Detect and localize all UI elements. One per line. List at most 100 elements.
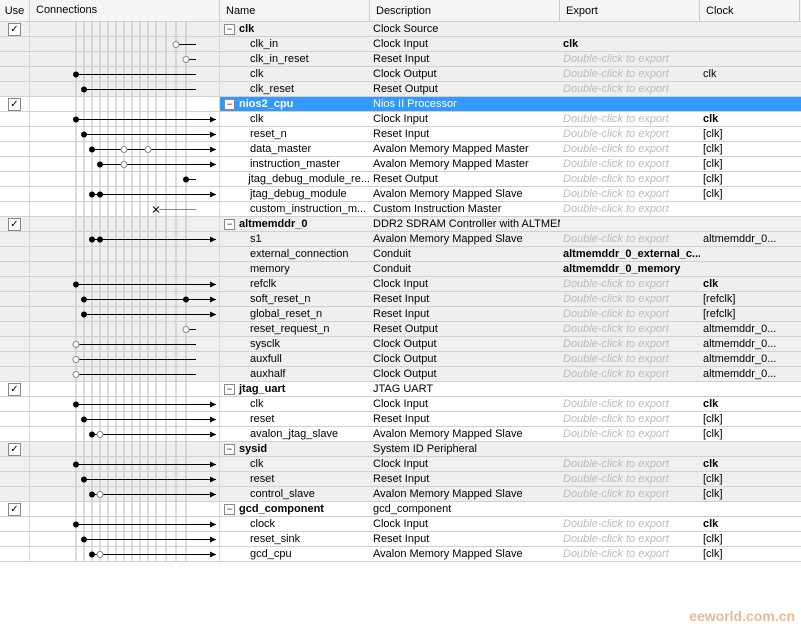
clock-cell[interactable]: [refclk] xyxy=(700,307,800,321)
clock-cell[interactable]: altmemddr_0... xyxy=(700,337,800,351)
clock-cell[interactable] xyxy=(700,82,800,96)
connections-cell[interactable] xyxy=(30,217,220,231)
export-cell[interactable]: Double-click to export xyxy=(560,202,700,216)
clock-cell[interactable]: clk xyxy=(700,517,800,531)
table-row[interactable]: clkClock InputDouble-click to exportclk xyxy=(0,112,801,127)
clock-cell[interactable]: [clk] xyxy=(700,172,800,186)
connections-cell[interactable] xyxy=(30,547,220,561)
export-cell[interactable]: Double-click to export xyxy=(560,487,700,501)
clock-cell[interactable] xyxy=(700,202,800,216)
export-cell[interactable] xyxy=(560,442,700,456)
table-row[interactable]: sysclkClock OutputDouble-click to export… xyxy=(0,337,801,352)
connections-cell[interactable] xyxy=(30,187,220,201)
export-cell[interactable]: Double-click to export xyxy=(560,337,700,351)
table-row[interactable]: resetReset InputDouble-click to export[c… xyxy=(0,412,801,427)
export-cell[interactable]: Double-click to export xyxy=(560,412,700,426)
table-row[interactable]: ✓−gcd_componentgcd_component xyxy=(0,502,801,517)
clock-cell[interactable] xyxy=(700,502,800,516)
table-row[interactable]: clockClock InputDouble-click to exportcl… xyxy=(0,517,801,532)
clock-cell[interactable] xyxy=(700,247,800,261)
clock-cell[interactable]: clk xyxy=(700,397,800,411)
clock-cell[interactable]: [refclk] xyxy=(700,292,800,306)
table-row[interactable]: clk_inClock Inputclk xyxy=(0,37,801,52)
clock-cell[interactable]: clk xyxy=(700,277,800,291)
table-row[interactable]: ✓−clkClock Source xyxy=(0,22,801,37)
clock-cell[interactable]: [clk] xyxy=(700,127,800,141)
connections-cell[interactable] xyxy=(30,367,220,381)
export-cell[interactable]: Double-click to export xyxy=(560,547,700,561)
export-cell[interactable]: Double-click to export xyxy=(560,127,700,141)
name-cell[interactable]: −altmemddr_0 xyxy=(220,217,370,231)
connections-cell[interactable] xyxy=(30,247,220,261)
table-row[interactable]: auxhalfClock OutputDouble-click to expor… xyxy=(0,367,801,382)
name-cell[interactable]: clock xyxy=(220,517,370,531)
header-description[interactable]: Description xyxy=(370,0,560,21)
clock-cell[interactable] xyxy=(700,37,800,51)
name-cell[interactable]: clk xyxy=(220,457,370,471)
connections-cell[interactable] xyxy=(30,262,220,276)
clock-cell[interactable] xyxy=(700,52,800,66)
export-cell[interactable]: Double-click to export xyxy=(560,277,700,291)
table-row[interactable]: clkClock OutputDouble-click to exportclk xyxy=(0,67,801,82)
export-cell[interactable]: Double-click to export xyxy=(560,292,700,306)
connections-cell[interactable] xyxy=(30,502,220,516)
connections-cell[interactable] xyxy=(30,352,220,366)
table-row[interactable]: soft_reset_nReset InputDouble-click to e… xyxy=(0,292,801,307)
export-cell[interactable]: Double-click to export xyxy=(560,82,700,96)
table-row[interactable]: gcd_cpuAvalon Memory Mapped SlaveDouble-… xyxy=(0,547,801,562)
table-row[interactable]: clk_in_resetReset InputDouble-click to e… xyxy=(0,52,801,67)
export-cell[interactable] xyxy=(560,22,700,36)
table-row[interactable]: resetReset InputDouble-click to export[c… xyxy=(0,472,801,487)
name-cell[interactable]: auxhalf xyxy=(220,367,370,381)
export-cell[interactable]: Double-click to export xyxy=(560,67,700,81)
name-cell[interactable]: −jtag_uart xyxy=(220,382,370,396)
connections-cell[interactable] xyxy=(30,427,220,441)
name-cell[interactable]: −gcd_component xyxy=(220,502,370,516)
collapse-icon[interactable]: − xyxy=(224,99,235,110)
name-cell[interactable]: refclk xyxy=(220,277,370,291)
connections-cell[interactable] xyxy=(30,442,220,456)
use-checkbox[interactable]: ✓ xyxy=(8,218,21,231)
name-cell[interactable]: −nios2_cpu xyxy=(220,97,370,111)
export-cell[interactable] xyxy=(560,382,700,396)
connections-cell[interactable] xyxy=(30,202,220,216)
table-row[interactable]: ✓−nios2_cpuNios II Processor xyxy=(0,97,801,112)
table-row[interactable]: memoryConduitaltmemddr_0_memory xyxy=(0,262,801,277)
export-cell[interactable]: Double-click to export xyxy=(560,517,700,531)
export-cell[interactable]: Double-click to export xyxy=(560,367,700,381)
use-cell[interactable]: ✓ xyxy=(0,442,30,456)
connections-cell[interactable] xyxy=(30,292,220,306)
name-cell[interactable]: s1 xyxy=(220,232,370,246)
connections-cell[interactable] xyxy=(30,517,220,531)
export-cell[interactable]: altmemddr_0_memory xyxy=(560,262,700,276)
export-cell[interactable]: altmemddr_0_external_c... xyxy=(560,247,700,261)
export-cell[interactable]: Double-click to export xyxy=(560,112,700,126)
table-row[interactable]: global_reset_nReset InputDouble-click to… xyxy=(0,307,801,322)
name-cell[interactable]: soft_reset_n xyxy=(220,292,370,306)
header-export[interactable]: Export xyxy=(560,0,700,21)
table-row[interactable]: reset_sinkReset InputDouble-click to exp… xyxy=(0,532,801,547)
connections-cell[interactable] xyxy=(30,457,220,471)
connections-cell[interactable] xyxy=(30,382,220,396)
export-cell[interactable]: Double-click to export xyxy=(560,187,700,201)
use-checkbox[interactable]: ✓ xyxy=(8,443,21,456)
clock-cell[interactable]: [clk] xyxy=(700,187,800,201)
connections-cell[interactable] xyxy=(30,532,220,546)
use-checkbox[interactable]: ✓ xyxy=(8,23,21,36)
name-cell[interactable]: data_master xyxy=(220,142,370,156)
connections-cell[interactable] xyxy=(30,337,220,351)
export-cell[interactable]: Double-click to export xyxy=(560,457,700,471)
connections-cell[interactable] xyxy=(30,82,220,96)
clock-cell[interactable]: [clk] xyxy=(700,427,800,441)
table-row[interactable]: external_connectionConduitaltmemddr_0_ex… xyxy=(0,247,801,262)
clock-cell[interactable]: [clk] xyxy=(700,142,800,156)
table-row[interactable]: data_masterAvalon Memory Mapped MasterDo… xyxy=(0,142,801,157)
name-cell[interactable]: reset xyxy=(220,412,370,426)
name-cell[interactable]: clk_reset xyxy=(220,82,370,96)
name-cell[interactable]: clk xyxy=(220,67,370,81)
table-row[interactable]: s1Avalon Memory Mapped SlaveDouble-click… xyxy=(0,232,801,247)
name-cell[interactable]: clk_in_reset xyxy=(220,52,370,66)
export-cell[interactable]: Double-click to export xyxy=(560,352,700,366)
table-row[interactable]: ✓−sysidSystem ID Peripheral xyxy=(0,442,801,457)
connections-cell[interactable] xyxy=(30,52,220,66)
